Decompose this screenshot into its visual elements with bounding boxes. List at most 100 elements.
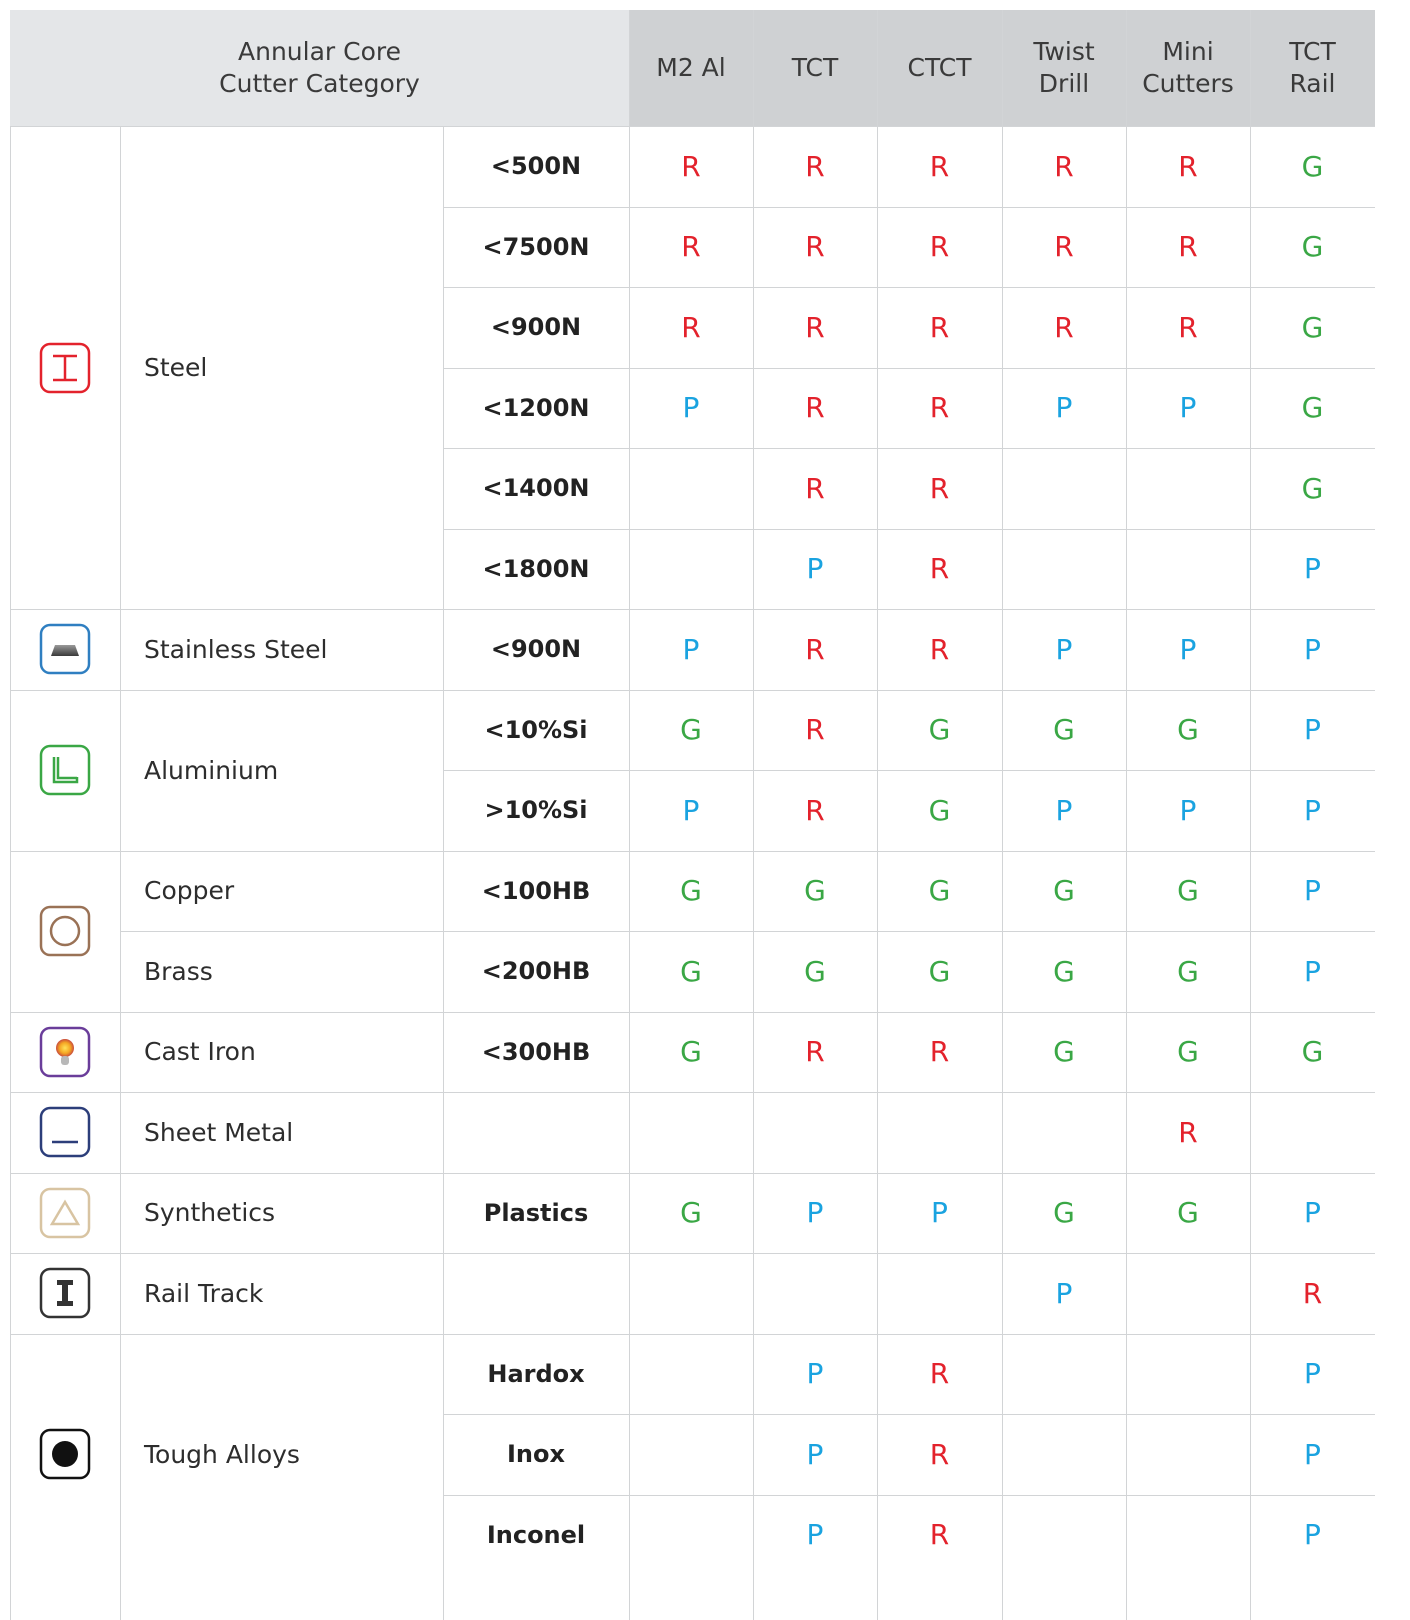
aluminium-profile-icon	[39, 744, 91, 796]
grade-cell: G	[680, 954, 702, 988]
group-divider	[10, 1092, 1375, 1093]
grade-cell	[1126, 1334, 1250, 1415]
grade-cell: G	[680, 874, 702, 908]
material-name: Copper	[144, 876, 235, 906]
grade-cell: P	[1304, 632, 1321, 666]
grade-cell: P	[1304, 793, 1321, 827]
grade-cell	[753, 1253, 877, 1334]
synthetics-triangle-icon	[39, 1187, 91, 1238]
grade-cell: G	[1177, 874, 1199, 908]
group-divider	[10, 609, 1375, 610]
grade-cell: R	[805, 149, 825, 183]
cutter-compatibility-table: Annular Core Cutter Category M2 Al TCT CTCT…	[0, 0, 1410, 1620]
spec-cell: <1200N	[482, 393, 590, 422]
material-name: Steel	[144, 353, 208, 382]
cast-iron-bulb-icon	[39, 1026, 91, 1077]
grade-cell: R	[929, 149, 950, 183]
spec-cell: <100HB	[481, 876, 591, 905]
grade-cell: P	[1055, 1276, 1073, 1310]
grade-cell: P	[682, 793, 700, 827]
grade-cell	[1126, 1414, 1250, 1495]
grade-cell: G	[1301, 391, 1324, 425]
grade-cell: R	[805, 1035, 825, 1069]
material-name: Brass	[144, 956, 213, 986]
grade-cell	[629, 529, 753, 610]
grade-cell: R	[929, 1357, 950, 1391]
group-divider	[10, 1173, 1375, 1174]
material-name: Synthetics	[144, 1198, 276, 1228]
grade-cell	[753, 1092, 877, 1173]
spec-cell: Hardox	[487, 1359, 585, 1388]
grade-cell: R	[805, 310, 825, 344]
sheet-metal-icon	[39, 1107, 91, 1158]
grade-cell	[629, 1334, 753, 1415]
grade-cell: R	[929, 1035, 950, 1069]
material-icon-cell	[10, 690, 120, 851]
spec-cell	[443, 1253, 629, 1334]
grade-cell: P	[1304, 874, 1321, 908]
column-divider	[877, 10, 878, 1620]
spec-cell: <1400N	[482, 474, 590, 503]
grade-cell: P	[1304, 1518, 1321, 1552]
tough-alloy-icon	[39, 1429, 91, 1480]
grade-cell: P	[1304, 1357, 1321, 1391]
grade-cell: G	[1301, 230, 1324, 264]
grade-cell: P	[1055, 391, 1073, 425]
spec-cell: <200HB	[481, 957, 591, 986]
grade-cell	[629, 448, 753, 529]
grade-cell	[1126, 529, 1250, 610]
grade-cell: G	[1301, 1035, 1324, 1069]
grade-cell	[1250, 1092, 1375, 1173]
spec-cell: <300HB	[481, 1037, 591, 1066]
grade-cell: R	[1178, 310, 1198, 344]
grade-cell	[629, 1092, 753, 1173]
material-icon-cell	[10, 126, 120, 609]
material-icon-cell	[10, 1173, 120, 1254]
grade-cell: P	[931, 1196, 948, 1230]
grade-cell: G	[680, 1196, 702, 1230]
header-divider	[10, 126, 1375, 127]
spec-cell: <7500N	[482, 232, 590, 261]
grade-cell: G	[1053, 1035, 1075, 1069]
column-header-ctct: CTCT	[877, 10, 1002, 126]
column-divider	[443, 126, 444, 1620]
grade-cell: R	[929, 1437, 950, 1471]
grade-cell: G	[1301, 149, 1324, 183]
grade-cell: R	[805, 632, 825, 666]
grade-cell	[1126, 448, 1250, 529]
material-icon-cell	[10, 1092, 120, 1173]
grade-cell: G	[804, 874, 826, 908]
grade-cell: P	[1304, 713, 1321, 747]
grade-cell: G	[1053, 874, 1075, 908]
grade-cell	[629, 1253, 753, 1334]
material-icon-cell	[10, 1334, 120, 1576]
material-icon-cell	[10, 1012, 120, 1093]
grade-cell: R	[805, 793, 825, 827]
grade-cell: R	[805, 230, 825, 264]
grade-cell: R	[929, 391, 950, 425]
grade-cell: R	[681, 149, 701, 183]
grade-cell: R	[1054, 149, 1074, 183]
grade-cell: R	[681, 230, 701, 264]
column-divider	[10, 126, 11, 1620]
grade-cell: P	[806, 1357, 824, 1391]
grade-cell: G	[1053, 713, 1075, 747]
grade-cell: G	[1177, 954, 1199, 988]
grade-cell: P	[1304, 1196, 1321, 1230]
grade-cell	[629, 1414, 753, 1495]
grade-cell: R	[929, 552, 950, 586]
spec-cell	[443, 1092, 629, 1173]
grade-cell	[1126, 1253, 1250, 1334]
group-divider	[10, 690, 1375, 691]
grade-cell: P	[1055, 632, 1073, 666]
grade-cell: R	[805, 713, 825, 747]
group-divider	[10, 851, 1375, 852]
grade-cell: R	[929, 471, 950, 505]
grade-cell	[1002, 1414, 1126, 1495]
material-name: Rail Track	[144, 1278, 264, 1308]
spec-cell: Inconel	[486, 1520, 586, 1549]
column-divider	[753, 10, 754, 1620]
grade-cell: R	[1054, 230, 1074, 264]
row-divider	[120, 931, 1375, 932]
grade-cell: P	[682, 391, 700, 425]
